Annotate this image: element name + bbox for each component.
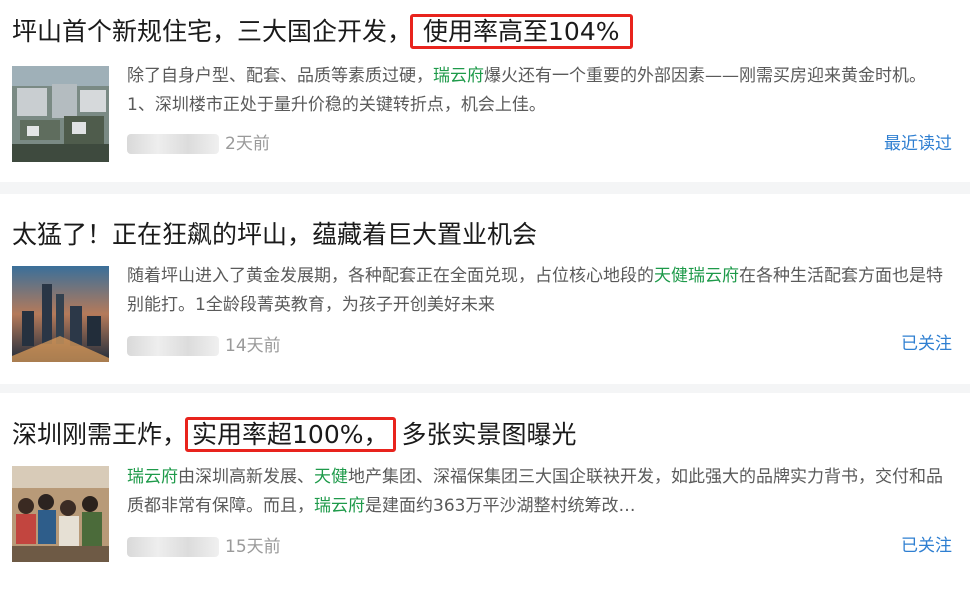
publish-time: 2天前: [225, 134, 270, 154]
keyword-link[interactable]: 瑞云府: [433, 66, 484, 86]
blurred-author: [127, 134, 219, 154]
article-title[interactable]: 深圳刚需王炸， 实用率超100%， 多张实景图曝光: [12, 417, 577, 452]
recently-read-link[interactable]: 最近读过: [884, 132, 952, 156]
city-night-skyline-image: [12, 266, 109, 362]
article-card[interactable]: 太猛了！正在狂飙的坪山，蕴藏着巨大置业机会 随着坪山进入了黄金发展期，各种配套正…: [0, 194, 970, 384]
article-thumbnail[interactable]: [12, 266, 109, 362]
following-link[interactable]: 已关注: [901, 534, 952, 558]
summary-segment: 随着坪山进入了黄金发展期，各种配套正在全面兑现，占位核心地段的: [127, 266, 654, 286]
article-summary: 瑞云府由深圳高新发展、天健地产集团、深福保集团三大国企联袂开发，如此强大的品牌实…: [127, 463, 953, 521]
keyword-link[interactable]: 瑞云府: [127, 467, 178, 487]
highlighted-title-text: 使用率高至104%: [410, 14, 633, 49]
article-thumbnail[interactable]: [12, 466, 109, 562]
blurred-author: [127, 537, 219, 557]
keyword-link[interactable]: 天健瑞云府: [654, 266, 739, 286]
article-summary: 随着坪山进入了黄金发展期，各种配套正在全面兑现，占位核心地段的天健瑞云府在各种生…: [127, 262, 953, 320]
aerial-buildings-image: [12, 66, 109, 162]
blurred-author: [127, 336, 219, 356]
article-meta: 15天前: [127, 535, 281, 559]
highlighted-title-text: 实用率超100%，: [185, 417, 396, 452]
following-link[interactable]: 已关注: [901, 332, 952, 356]
article-card[interactable]: 深圳刚需王炸， 实用率超100%， 多张实景图曝光 瑞云府由深圳高新发展、天健地产集…: [0, 393, 970, 594]
summary-segment: 是建面约363万平沙湖整村统筹改…: [365, 496, 636, 516]
summary-segment: 由深圳高新发展、: [178, 467, 314, 487]
crowd-sales-office-image: [12, 466, 109, 562]
article-title-text: 太猛了！正在狂飙的坪山，蕴藏着巨大置业机会: [12, 220, 538, 249]
article-meta: 14天前: [127, 334, 281, 358]
publish-time: 15天前: [225, 537, 281, 557]
article-thumbnail[interactable]: [12, 66, 109, 162]
article-title-text: 多张实景图曝光: [401, 420, 577, 449]
publish-time: 14天前: [225, 336, 281, 356]
summary-segment: 除了自身户型、配套、品质等素质过硬，: [127, 66, 433, 86]
article-title[interactable]: 坪山首个新规住宅，三大国企开发， 使用率高至104%: [12, 14, 633, 49]
article-title-text: 坪山首个新规住宅，三大国企开发，: [12, 17, 413, 46]
keyword-link[interactable]: 天健: [314, 467, 348, 487]
keyword-link[interactable]: 瑞云府: [314, 496, 365, 516]
article-card[interactable]: 坪山首个新规住宅，三大国企开发， 使用率高至104% 除了自身户型、配套、品质等素…: [0, 0, 970, 182]
article-summary: 除了自身户型、配套、品质等素质过硬，瑞云府爆火还有一个重要的外部因素——刚需买房…: [127, 62, 953, 120]
article-meta: 2天前: [127, 132, 270, 156]
article-title-text: 深圳刚需王炸，: [12, 420, 188, 449]
article-title[interactable]: 太猛了！正在狂飙的坪山，蕴藏着巨大置业机会: [12, 218, 537, 252]
